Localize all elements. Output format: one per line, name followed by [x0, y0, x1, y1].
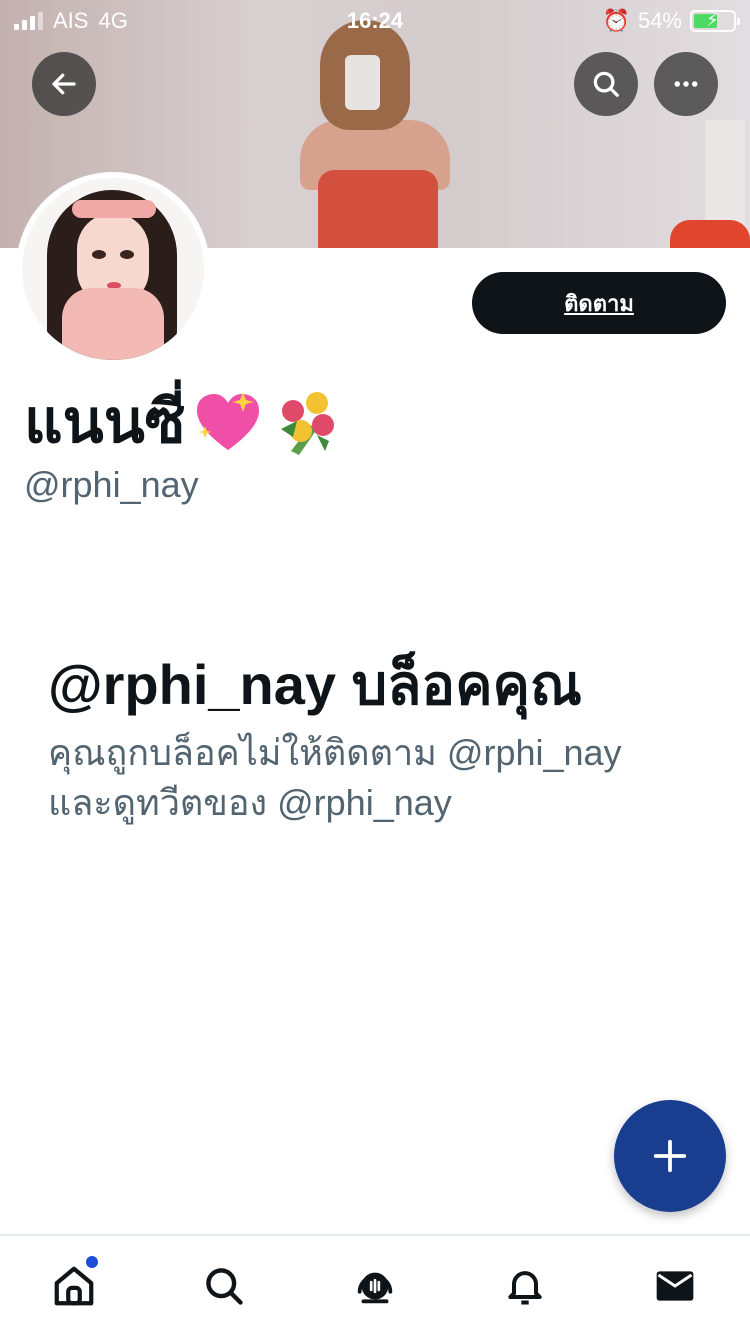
- alarm-icon: ⏰: [602, 8, 630, 33]
- blocked-description-line-1: คุณถูกบล็อคไม่ให้ติดตาม @rphi_nay: [48, 732, 622, 773]
- compose-tweet-button[interactable]: [614, 1100, 726, 1212]
- blocked-description-line-2: และดูทวีตของ @rphi_nay: [48, 782, 452, 823]
- status-right: ⏰ 54% ⚡: [602, 8, 740, 34]
- profile-handle: @rphi_nay: [24, 464, 199, 505]
- more-button[interactable]: [654, 52, 718, 116]
- blocked-title: @rphi_nay บล็อคคุณ: [48, 653, 582, 716]
- home-notification-dot: [86, 1256, 98, 1268]
- search-icon: [206, 1268, 243, 1305]
- nav-spaces[interactable]: [347, 1258, 403, 1314]
- sparkling-heart-icon: [193, 390, 263, 454]
- avatar[interactable]: [16, 172, 210, 366]
- spaces-icon: [357, 1272, 393, 1304]
- nav-notifications[interactable]: [497, 1258, 553, 1314]
- battery-percent: 54%: [637, 8, 682, 33]
- search-button[interactable]: [574, 52, 638, 116]
- back-button[interactable]: [32, 52, 96, 116]
- bouquet-icon: [271, 385, 345, 459]
- blocked-description: คุณถูกบล็อคไม่ให้ติดตาม @rphi_nay และดูท…: [48, 728, 708, 828]
- banner-phone: [345, 55, 380, 110]
- more-horizontal-icon: [674, 81, 698, 87]
- home-icon: [54, 1266, 94, 1306]
- display-name: แนนซี่: [24, 384, 345, 460]
- banner-figure-dress: [318, 170, 438, 248]
- mail-icon: [656, 1271, 694, 1301]
- nav-messages[interactable]: [647, 1258, 703, 1314]
- bottom-nav: [0, 1234, 750, 1336]
- nav-search[interactable]: [196, 1258, 252, 1314]
- banner-stool: [670, 220, 750, 248]
- follow-button[interactable]: ติดตาม: [472, 272, 726, 334]
- search-icon: [593, 71, 619, 97]
- plus-icon: [653, 1139, 687, 1173]
- display-name-text: แนนซี่: [24, 388, 186, 455]
- arrow-left-icon: [52, 73, 76, 95]
- battery-icon: ⚡: [690, 10, 740, 32]
- bell-icon: [508, 1271, 542, 1305]
- status-bar: AIS 4G 16:24 ⏰ 54% ⚡: [0, 0, 750, 40]
